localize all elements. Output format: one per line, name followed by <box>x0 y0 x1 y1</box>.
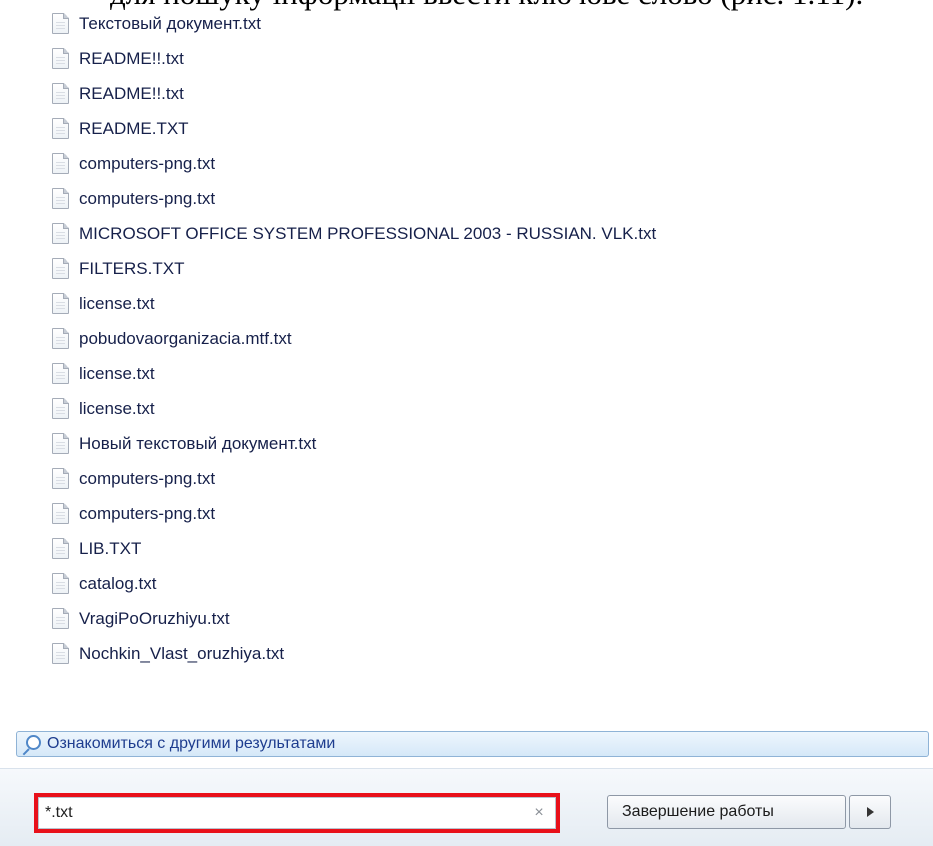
file-name: license.txt <box>79 293 155 313</box>
search-result-item[interactable]: pobudovaorganizacia.mtf.txt <box>48 321 908 356</box>
search-results-list: Текстовый документ.txt README!!.txt READ… <box>48 6 908 671</box>
search-result-item[interactable]: LIB.TXT <box>48 531 908 566</box>
search-box-highlight-frame <box>34 793 560 833</box>
file-name: license.txt <box>79 398 155 418</box>
file-name: computers-png.txt <box>79 468 216 488</box>
see-more-results-label: Ознакомиться с другими результатами <box>47 735 336 752</box>
file-name: license.txt <box>79 363 155 383</box>
search-result-item[interactable]: MICROSOFT OFFICE SYSTEM PROFESSIONAL 200… <box>48 216 908 251</box>
file-name: computers-png.txt <box>79 153 216 173</box>
file-name: catalog.txt <box>79 573 157 593</box>
text-document-icon <box>52 608 69 629</box>
file-name: README!!.txt <box>79 48 184 68</box>
search-result-item[interactable]: README.TXT <box>48 111 908 146</box>
search-result-item[interactable]: VragiPoOruzhiyu.txt <box>48 601 908 636</box>
arrow-right-icon <box>866 807 874 817</box>
search-result-item[interactable]: README!!.txt <box>48 41 908 76</box>
file-name: computers-png.txt <box>79 188 216 208</box>
file-name: Новый текстовый документ.txt <box>79 433 317 453</box>
text-document-icon <box>52 48 69 69</box>
search-result-item[interactable]: FILTERS.TXT <box>48 251 908 286</box>
text-document-icon <box>52 13 69 34</box>
search-result-item[interactable]: computers-png.txt <box>48 146 908 181</box>
file-name: README!!.txt <box>79 83 184 103</box>
search-result-item[interactable]: README!!.txt <box>48 76 908 111</box>
text-document-icon <box>52 293 69 314</box>
search-result-item[interactable]: computers-png.txt <box>48 181 908 216</box>
text-document-icon <box>52 118 69 139</box>
file-name: Nochkin_Vlast_oruzhiya.txt <box>79 643 285 663</box>
text-document-icon <box>52 188 69 209</box>
text-document-icon <box>52 223 69 244</box>
search-result-item[interactable]: Новый текстовый документ.txt <box>48 426 908 461</box>
search-result-item[interactable]: computers-png.txt <box>48 461 908 496</box>
file-name: MICROSOFT OFFICE SYSTEM PROFESSIONAL 200… <box>79 223 657 243</box>
search-result-item[interactable]: Nochkin_Vlast_oruzhiya.txt <box>48 636 908 671</box>
start-menu-search-screenshot: для пошуку інформації ввести ключове сло… <box>0 0 933 846</box>
text-document-icon <box>52 258 69 279</box>
shutdown-button[interactable]: Завершение работы <box>607 795 846 829</box>
text-document-icon <box>52 573 69 594</box>
text-document-icon <box>52 328 69 349</box>
text-document-icon <box>52 433 69 454</box>
search-result-item[interactable]: catalog.txt <box>48 566 908 601</box>
search-result-item[interactable]: license.txt <box>48 286 908 321</box>
file-name: pobudovaorganizacia.mtf.txt <box>79 328 292 348</box>
text-document-icon <box>52 363 69 384</box>
text-document-icon <box>52 83 69 104</box>
search-result-item[interactable]: license.txt <box>48 356 908 391</box>
file-name: FILTERS.TXT <box>79 258 185 278</box>
text-document-icon <box>52 643 69 664</box>
file-name: Текстовый документ.txt <box>79 13 261 33</box>
see-more-results-link[interactable]: Ознакомиться с другими результатами <box>16 731 929 757</box>
file-name: VragiPoOruzhiyu.txt <box>79 608 230 628</box>
file-name: README.TXT <box>79 118 189 138</box>
file-name: LIB.TXT <box>79 538 142 558</box>
search-result-item[interactable]: license.txt <box>48 391 908 426</box>
text-document-icon <box>52 503 69 524</box>
text-document-icon <box>52 153 69 174</box>
search-icon <box>20 734 42 754</box>
file-name: computers-png.txt <box>79 503 216 523</box>
search-result-item[interactable]: Текстовый документ.txt <box>48 6 908 41</box>
shutdown-options-button[interactable] <box>849 795 891 829</box>
text-document-icon <box>52 538 69 559</box>
text-document-icon <box>52 398 69 419</box>
search-result-item[interactable]: computers-png.txt <box>48 496 908 531</box>
text-document-icon <box>52 468 69 489</box>
